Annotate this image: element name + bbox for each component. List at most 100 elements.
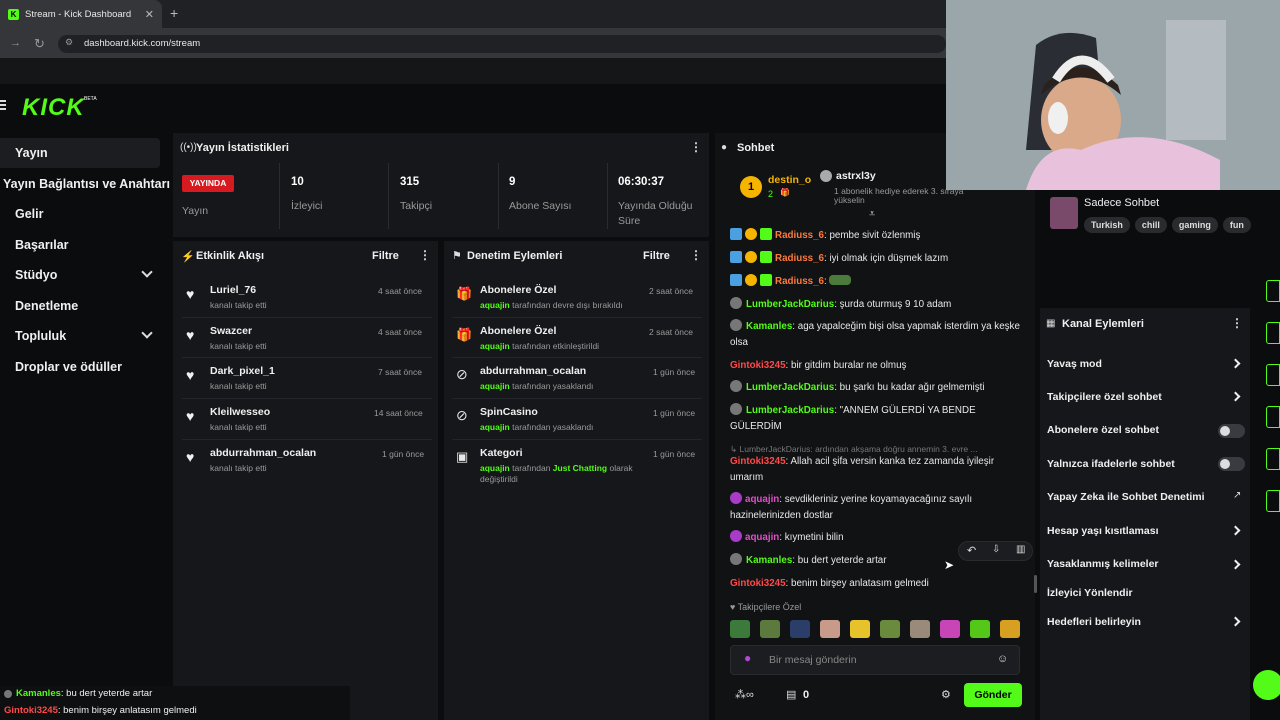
more-options-icon[interactable]: ⋮ <box>690 248 702 262</box>
menu-icon[interactable] <box>0 100 6 110</box>
microphone-icon[interactable]: ● <box>744 651 751 665</box>
divider <box>498 163 499 229</box>
quick-action-icon[interactable] <box>1266 448 1280 470</box>
more-options-icon[interactable]: ⋮ <box>690 140 702 154</box>
settings-gear-icon[interactable]: ⚙ <box>941 688 951 701</box>
external-link-icon[interactable]: ↗ <box>1233 490 1241 501</box>
tag[interactable]: chill <box>1134 217 1167 233</box>
moderation-filter-button[interactable]: Filtre <box>643 250 670 262</box>
divider <box>607 163 608 229</box>
emote-icon[interactable] <box>820 620 840 638</box>
slow-mode-item[interactable]: Yavaş mod <box>1047 358 1102 370</box>
top-gifter-name[interactable]: destin_o <box>768 174 811 186</box>
broadcast-icon: ((•)) <box>180 142 197 153</box>
chevron-down-icon[interactable] <box>141 266 153 278</box>
sidebar-item-basarilar[interactable]: Başarılar <box>15 238 69 252</box>
back-icon[interactable]: → <box>10 37 21 49</box>
reload-icon[interactable]: ↻ <box>34 36 45 52</box>
tag[interactable]: Turkish <box>1084 217 1130 233</box>
gift-count: 2 <box>768 189 774 199</box>
emote-bar <box>730 620 1030 640</box>
emote-icon[interactable] <box>910 620 930 638</box>
quick-action-icon[interactable] <box>1266 406 1280 428</box>
sidebar-item-yayin[interactable]: Yayın <box>15 146 48 160</box>
sidebar-item-gelir[interactable]: Gelir <box>15 207 44 221</box>
support-button[interactable] <box>1253 670 1280 700</box>
ai-moderation-item[interactable]: Yapay Zeka ile Sohbet Denetimi <box>1047 491 1205 503</box>
collapse-icon[interactable]: ⩡ <box>869 208 875 221</box>
stream-status-label: Yayın <box>182 205 209 217</box>
goals-item[interactable]: Hedefleri belirleyin <box>1047 616 1141 628</box>
chat-message: Radiuss_6: <box>730 274 1030 290</box>
more-options-icon[interactable]: ⋮ <box>419 248 431 262</box>
send-button[interactable]: Gönder <box>964 683 1022 707</box>
emote-only-toggle[interactable] <box>1218 457 1245 471</box>
sidebar-item-stream-key[interactable]: Yayın Bağlantısı ve Anahtarı <box>3 177 170 191</box>
emote-icon[interactable] <box>880 620 900 638</box>
store-icon[interactable]: ▤ <box>786 688 796 701</box>
pin-icon[interactable]: ⇩ <box>992 544 1000 555</box>
emote-icon[interactable] <box>730 620 750 638</box>
sidebar-item-topluluk[interactable]: Topluluk <box>15 329 66 343</box>
heart-icon: ♥ <box>186 286 195 302</box>
sidebar-item-studyo[interactable]: Stüdyo <box>15 268 57 282</box>
sidebar-item-denetleme[interactable]: Denetleme <box>15 299 78 313</box>
emote-icon[interactable] <box>1000 620 1020 638</box>
activity-filter-button[interactable]: Filtre <box>372 250 399 262</box>
stream-category: Sadece Sohbet <box>1084 197 1160 209</box>
chat-message: Gintoki3245: benim birşey anlatasım gelm… <box>730 578 929 589</box>
emoji-icon[interactable]: ☺ <box>997 653 1008 665</box>
follower-only-label: ♥ Takipçilere Özel <box>730 602 802 612</box>
sidebar-item-droplar[interactable]: Droplar ve ödüller <box>15 360 122 374</box>
sub-count: 9 <box>509 176 516 188</box>
heart-icon: ♥ <box>186 449 195 465</box>
new-tab-button[interactable]: + <box>170 5 178 21</box>
points-count: 0 <box>803 689 810 701</box>
address-bar[interactable]: dashboard.kick.com/stream <box>58 35 946 53</box>
emote-icon[interactable] <box>850 620 870 638</box>
tag[interactable]: gaming <box>1171 217 1218 233</box>
next-gifter-name[interactable]: astrxl3y <box>836 170 876 182</box>
sub-only-toggle[interactable] <box>1218 424 1245 438</box>
divider <box>182 439 432 440</box>
chat-scrollbar[interactable] <box>1034 575 1037 593</box>
quick-actions-rail <box>1253 190 1280 720</box>
quick-action-icon[interactable] <box>1266 490 1280 512</box>
raid-item[interactable]: İzleyici Yönlendir <box>1047 587 1133 599</box>
emote-icon[interactable] <box>760 620 780 638</box>
quick-action-icon[interactable] <box>1266 364 1280 386</box>
quick-action-icon[interactable] <box>1266 322 1280 344</box>
follower-only-item[interactable]: Takipçilere özel sohbet <box>1047 391 1162 403</box>
divider <box>452 317 702 318</box>
trash-icon[interactable]: ▥ <box>1016 544 1025 555</box>
chat-message: Gintoki3245: bir gitdim buralar ne olmuş <box>730 360 907 371</box>
kick-logo[interactable]: KICK <box>22 94 85 122</box>
emote-icon[interactable] <box>940 620 960 638</box>
more-options-icon[interactable]: ⋮ <box>1231 316 1243 330</box>
beta-label: BETA <box>84 96 97 102</box>
emote-icon[interactable] <box>790 620 810 638</box>
site-info-icon[interactable]: ⚙ <box>65 37 73 48</box>
reply-icon[interactable]: ↶ <box>967 544 976 557</box>
browser-tab[interactable]: K Stream - Kick Dashboard ✕ <box>0 0 162 28</box>
user-group-icon[interactable]: ⁂∞ <box>735 688 754 701</box>
channel-thumbnail <box>1050 197 1078 229</box>
tag[interactable]: fun <box>1222 217 1251 233</box>
tag-list: Turkish chill gaming fun <box>1084 215 1256 233</box>
emote-icon[interactable] <box>970 620 990 638</box>
category-icon: ▣ <box>456 449 469 464</box>
chat-input[interactable]: Bir mesaj gönderin <box>730 645 1020 675</box>
quick-action-icon[interactable] <box>1266 280 1280 302</box>
sub-label: Abone Sayısı <box>509 200 572 212</box>
chat-message: LumberJackDarius: şurda oturmuş 9 10 ada… <box>730 297 1030 313</box>
emote-icon <box>829 275 852 285</box>
viewer-count: 10 <box>291 176 304 188</box>
account-age-item[interactable]: Hesap yaşı kısıtlaması <box>1047 525 1159 537</box>
tab-close-icon[interactable]: ✕ <box>145 8 154 21</box>
stats-title: Yayın İstatistikleri <box>196 142 289 154</box>
chevron-down-icon[interactable] <box>141 327 153 339</box>
chat-message: LumberJackDarius: "ANNEM GÜLERDİ YA BEND… <box>730 403 976 432</box>
follower-count: 315 <box>400 176 420 188</box>
tab-title: Stream - Kick Dashboard <box>25 8 132 20</box>
banned-words-item[interactable]: Yasaklanmış kelimeler <box>1047 558 1159 570</box>
